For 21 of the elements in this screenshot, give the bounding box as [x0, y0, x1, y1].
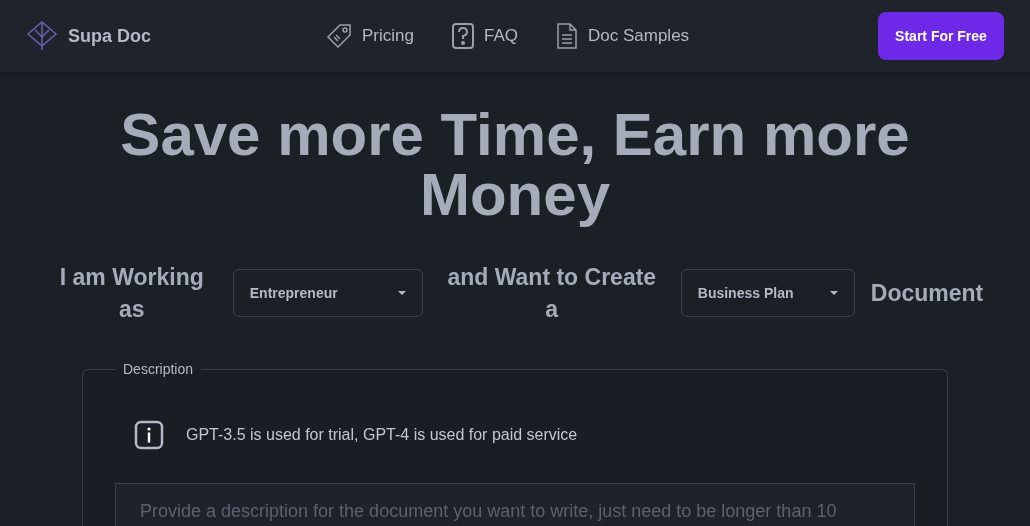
- caret-icon: [397, 290, 406, 296]
- role-select[interactable]: Entrepreneur: [232, 269, 423, 317]
- start-button[interactable]: Start For Free: [878, 12, 1004, 60]
- question-icon: [451, 23, 474, 49]
- sentence-text: Document: [870, 279, 984, 308]
- document-icon: [556, 23, 578, 49]
- logo-icon: [26, 20, 58, 52]
- tag-icon: [326, 23, 352, 49]
- nav-link[interactable]: Pricing: [362, 23, 414, 49]
- info-icon: [134, 420, 164, 450]
- description-legend: Description: [115, 359, 202, 380]
- info-note: GPT-3.5 is used for trial, GPT-4 is used for paid service: [186, 425, 578, 445]
- caret-icon: [829, 290, 838, 296]
- sentence-text: and Want to Create a: [446, 263, 658, 324]
- description-field[interactable]: Provide a description for the document you want to write, just need to be longer than 10: [115, 483, 915, 526]
- headline: Save more Time, Earn more Money: [119, 105, 911, 225]
- nav-link[interactable]: Doc Samples: [588, 23, 690, 49]
- document-type-select[interactable]: Business Plan: [680, 269, 855, 317]
- nav-link[interactable]: FAQ: [483, 23, 518, 49]
- brand-name[interactable]: Supa Doc: [68, 22, 151, 50]
- sentence-text: I am Working as: [58, 263, 205, 324]
